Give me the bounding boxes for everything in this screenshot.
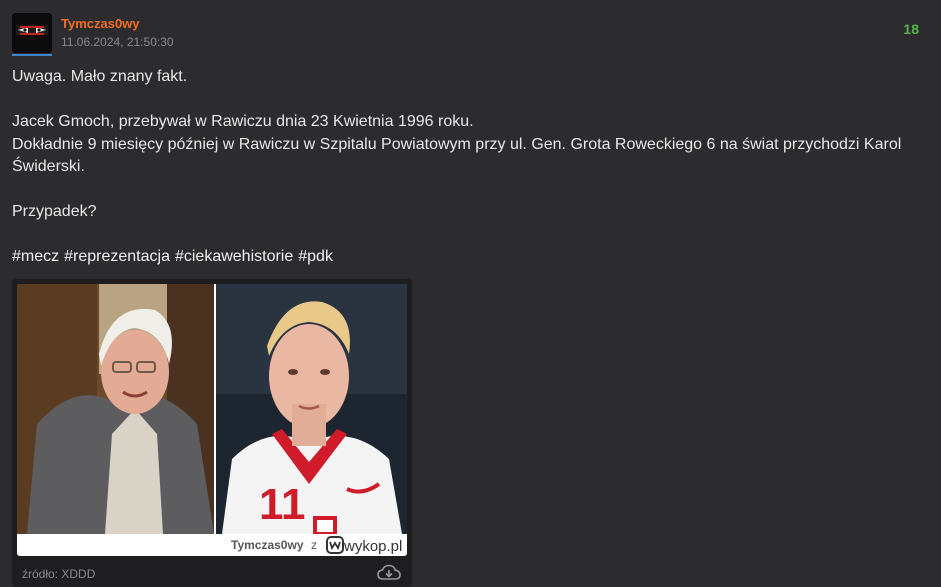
wykop-logo: wykop.pl [326, 536, 402, 555]
body-line: Uwaga. Mało znany fakt. [12, 68, 188, 85]
embedded-image[interactable]: 11 Tymczas0wy z wykop.pl [17, 284, 407, 556]
photo-collage: 11 [17, 284, 407, 534]
vote-count[interactable]: 18 [903, 21, 919, 37]
cloud-download-icon[interactable] [377, 564, 401, 582]
avatar-status-bar [12, 54, 52, 56]
tag-link[interactable]: #pdk [298, 248, 333, 265]
wykop-brand: wykop.pl [344, 538, 403, 555]
watermark-username: Tymczas0wy [231, 538, 304, 552]
post-timestamp[interactable]: 11.06.2024, 21:50:30 [61, 35, 174, 49]
entry-body: Uwaga. Mało znany fakt. Jacek Gmoch, prz… [12, 66, 927, 269]
tag-list: #mecz #reprezentacja #ciekawehistorie #pdk [12, 246, 927, 269]
tag-link[interactable]: #ciekawehistorie [175, 248, 293, 265]
author-username[interactable]: Tymczas0wy [61, 16, 140, 31]
entry-card: Tymczas0wy 11.06.2024, 21:50:30 18 Uwaga… [0, 0, 941, 587]
tag-link[interactable]: #mecz [12, 248, 59, 265]
svg-text:11: 11 [259, 480, 306, 529]
body-line: Przypadek? [12, 203, 97, 220]
user-avatar[interactable] [12, 13, 52, 53]
body-line: Jacek Gmoch, przebywał w Rawiczu dnia 23… [12, 113, 474, 130]
image-source[interactable]: źródło: XDDD [22, 567, 95, 581]
image-watermark: Tymczas0wy z wykop.pl [17, 534, 407, 556]
body-line: Dokładnie 9 miesięcy później w Rawiczu w… [12, 135, 902, 176]
watermark-separator: z [311, 538, 317, 552]
wykop-logo-icon [326, 536, 344, 554]
ninja-avatar-icon [12, 13, 52, 53]
image-embed: 11 Tymczas0wy z wykop.pl [12, 279, 412, 587]
tag-link[interactable]: #reprezentacja [64, 248, 170, 265]
